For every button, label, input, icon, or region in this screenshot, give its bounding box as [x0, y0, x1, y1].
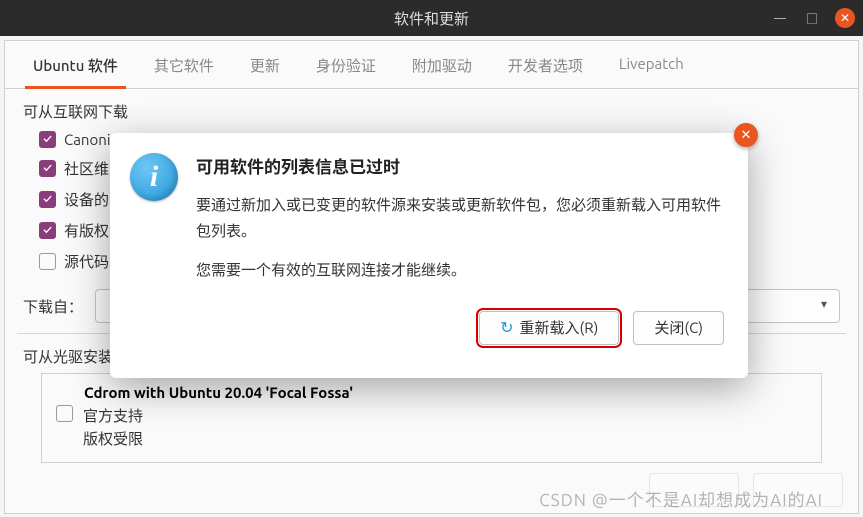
checkbox-icon[interactable]: [39, 222, 56, 239]
info-icon: i: [130, 153, 178, 201]
modal-text: 可用软件的列表信息已过时 要通过新加入或已变更的软件源来安装或更新软件包，您必须…: [196, 153, 724, 297]
cdrom-title: Cdrom with Ubuntu 20.04 'Focal Fossa': [56, 384, 807, 401]
check-label: 社区维: [64, 158, 109, 179]
modal-body: i 可用软件的列表信息已过时 要通过新加入或已变更的软件源来安装或更新软件包，您…: [110, 133, 748, 311]
minimize-icon[interactable]: —: [771, 9, 789, 27]
tab-ubuntu-software[interactable]: Ubuntu 软件: [15, 41, 136, 88]
section-title: 可从互联网下载: [23, 101, 840, 122]
cdrom-sub: 官方支持 版权受限: [83, 405, 143, 450]
reload-modal: ✕ i 可用软件的列表信息已过时 要通过新加入或已变更的软件源来安装或更新软件包…: [110, 133, 748, 378]
check-label: Canoni: [64, 131, 110, 148]
tab-bar: Ubuntu 软件 其它软件 更新 身份验证 附加驱动 开发者选项 Livepa…: [5, 41, 858, 89]
checkbox-icon[interactable]: [39, 160, 56, 177]
check-label: 源代码: [64, 251, 109, 272]
close-label: 关闭(C): [654, 317, 703, 338]
download-label: 下载自：: [23, 296, 85, 317]
titlebar-controls: — □ ✕: [771, 8, 855, 28]
modal-line2: 您需要一个有效的互联网连接才能继续。: [196, 257, 724, 283]
tab-other-software[interactable]: 其它软件: [136, 41, 232, 88]
reload-icon: ↻: [500, 318, 513, 337]
checkbox-icon[interactable]: [39, 253, 56, 270]
check-label: 设备的: [64, 189, 109, 210]
tab-authentication[interactable]: 身份验证: [298, 41, 394, 88]
modal-title: 可用软件的列表信息已过时: [196, 153, 724, 178]
modal-close-button[interactable]: 关闭(C): [633, 311, 724, 345]
window-title: 软件和更新: [394, 8, 469, 29]
window-titlebar: 软件和更新 — □ ✕: [0, 0, 863, 36]
tab-livepatch[interactable]: Livepatch: [601, 41, 702, 88]
checkbox-icon[interactable]: [56, 405, 73, 422]
maximize-icon[interactable]: □: [803, 9, 821, 27]
tab-updates[interactable]: 更新: [232, 41, 298, 88]
modal-actions: ↻ 重新载入(R) 关闭(C): [110, 311, 748, 365]
tab-developer-options[interactable]: 开发者选项: [490, 41, 601, 88]
cdrom-sub2: 版权受限: [83, 428, 143, 451]
reload-label: 重新载入(R): [520, 317, 599, 338]
modal-close-icon[interactable]: ✕: [734, 123, 758, 147]
close-icon[interactable]: ✕: [835, 8, 855, 28]
cdrom-sub1: 官方支持: [83, 405, 143, 428]
tab-additional-drivers[interactable]: 附加驱动: [394, 41, 490, 88]
cdrom-box: Cdrom with Ubuntu 20.04 'Focal Fossa' 官方…: [41, 373, 822, 463]
checkbox-icon[interactable]: [39, 191, 56, 208]
modal-line1: 要通过新加入或已变更的软件源来安装或更新软件包，您必须重新载入可用软件包列表。: [196, 192, 724, 243]
reload-button[interactable]: ↻ 重新载入(R): [479, 311, 619, 345]
watermark: CSDN @一个不是AI却想成为AI的AI: [539, 486, 823, 511]
check-label: 有版权: [64, 220, 109, 241]
checkbox-icon[interactable]: [39, 131, 56, 148]
